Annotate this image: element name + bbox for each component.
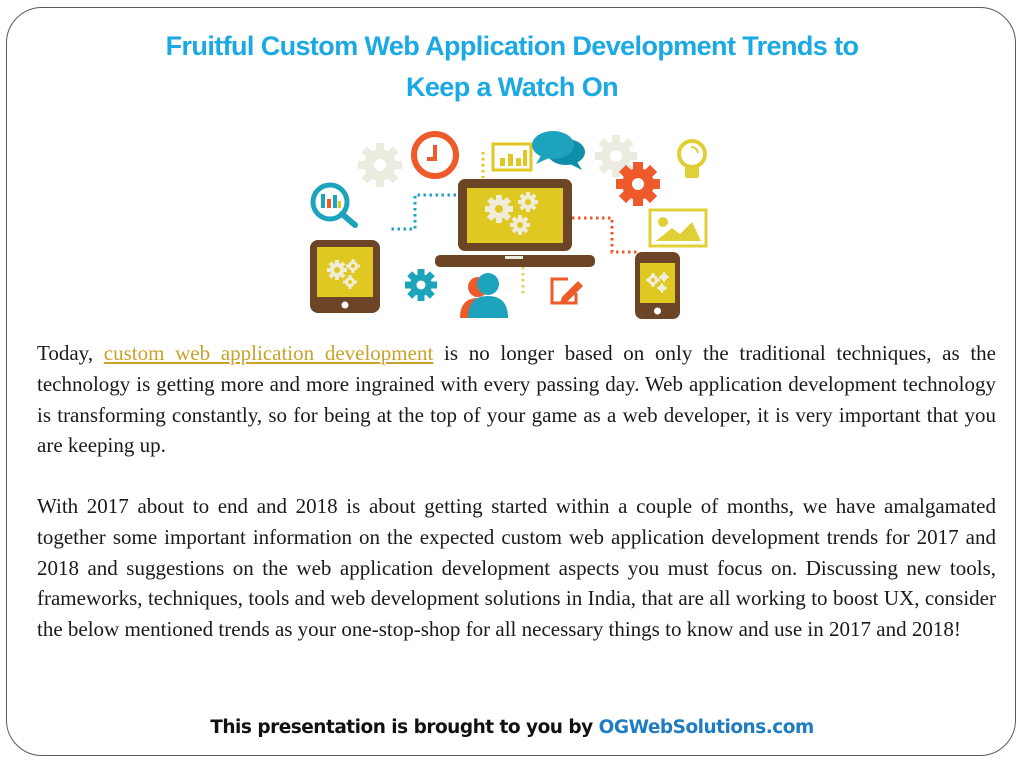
footer-prefix: This presentation is brought to you by (210, 717, 599, 738)
brand-link[interactable]: OGWebSolutions.com (599, 717, 815, 738)
clock-icon (411, 131, 459, 179)
tablet-icon (310, 240, 380, 313)
gear-icon (358, 143, 402, 187)
slide-title: Fruitful Custom Web Application Developm… (40, 26, 984, 108)
bar-chart-icon (491, 142, 533, 172)
smartphone-icon (635, 252, 680, 319)
gear-icon (405, 269, 437, 301)
title-line-2: Keep a Watch On (405, 72, 619, 102)
users-icon (460, 273, 508, 318)
laptop-icon (435, 179, 595, 267)
intro-paragraph: Today, custom web application developmen… (37, 338, 996, 461)
gear-icon (616, 162, 660, 206)
custom-web-app-dev-link[interactable]: custom web application development (104, 341, 434, 365)
speech-bubbles-icon (532, 131, 585, 170)
image-icon (648, 208, 708, 248)
intro-prefix: Today, (37, 341, 104, 365)
trends-paragraph: With 2017 about to end and 2018 is about… (37, 494, 996, 642)
magnifier-chart-icon (310, 182, 358, 228)
lightbulb-icon (677, 139, 707, 178)
web-development-illustration (310, 131, 708, 319)
footer-credit: This presentation is brought to you by O… (0, 717, 1024, 738)
title-line-1: Fruitful Custom Web Application Developm… (165, 31, 859, 61)
edit-icon (550, 277, 583, 305)
